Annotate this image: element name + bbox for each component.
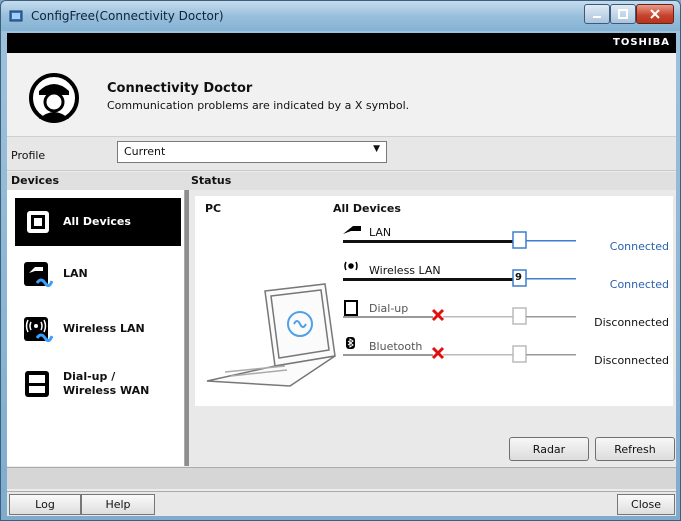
page-title: Connectivity Doctor: [107, 81, 253, 96]
device-item-all-devices[interactable]: All Devices: [15, 198, 181, 246]
modem-icon: [25, 371, 49, 397]
status-panel: PC All Devices LAN Connected Wireless LA…: [195, 196, 673, 406]
bluetooth-line-2: [443, 354, 513, 356]
dialup-line: [343, 316, 433, 318]
device-label: Wireless LAN: [63, 322, 145, 335]
dialup-link-line: [526, 316, 576, 318]
maximize-icon: [618, 9, 628, 19]
device-label: All Devices: [63, 215, 131, 228]
brand-bar: TOSHIBA: [7, 33, 676, 53]
modem-row-icon: [344, 300, 358, 316]
lan-port-icon: [512, 231, 527, 249]
chevron-down-icon: ▼: [373, 144, 380, 154]
bluetooth-port-icon: [512, 345, 527, 363]
status-area: PC All Devices LAN Connected Wireless LA…: [189, 190, 676, 466]
bluetooth-row-label: Bluetooth: [369, 340, 423, 353]
lan-icon: [24, 262, 53, 288]
wifi-row-label: Wireless LAN: [369, 264, 441, 277]
minimize-button[interactable]: [584, 4, 610, 24]
lan-link-line: [526, 240, 576, 242]
status-bar: [7, 467, 676, 489]
lan-row-icon: [343, 226, 361, 234]
dialup-error-x-icon: [431, 308, 445, 322]
bluetooth-line: [343, 354, 433, 356]
profile-label: Profile: [11, 149, 46, 162]
close-button[interactable]: Close: [617, 494, 675, 515]
status-header: Status: [191, 174, 232, 187]
radar-button[interactable]: Radar: [509, 437, 589, 461]
lan-line: [343, 240, 513, 243]
laptop-icon: [206, 283, 336, 387]
wifi-status: Connected: [609, 278, 669, 291]
device-label: Dial-up / Wireless WAN: [63, 370, 149, 398]
bottom-toolbar: Log Help Close: [7, 491, 676, 516]
device-label-line1: Dial-up /: [63, 370, 116, 383]
bluetooth-error-x-icon: [431, 346, 445, 360]
brand-logo: TOSHIBA: [613, 37, 670, 48]
page-subtitle: Communication problems are indicated by …: [107, 99, 410, 112]
window-title: ConfigFree(Connectivity Doctor): [31, 9, 224, 23]
doctor-icon: [29, 73, 79, 123]
close-icon: [650, 9, 660, 19]
wifi-row-icon: [344, 261, 358, 271]
help-button[interactable]: Help: [81, 494, 155, 515]
device-item-dialup-wwan[interactable]: Dial-up / Wireless WAN: [15, 358, 181, 410]
wifi-link-line: [526, 278, 576, 280]
title-bar[interactable]: ConfigFree(Connectivity Doctor): [1, 1, 680, 31]
column-header: Devices Status: [7, 172, 676, 190]
log-button[interactable]: Log: [9, 494, 81, 515]
maximize-button[interactable]: [610, 4, 636, 24]
profile-select[interactable]: Current ▼: [117, 141, 387, 163]
refresh-button[interactable]: Refresh: [595, 437, 675, 461]
dialup-line-2: [443, 316, 513, 318]
header: Connectivity Doctor Communication proble…: [7, 53, 676, 137]
profile-row: Profile Current ▼: [7, 137, 676, 171]
wifi-channel-badge: 9: [515, 272, 522, 283]
lan-row-label: LAN: [369, 226, 392, 239]
device-list: All Devices LAN Wireless LAN Dial-up / W…: [7, 190, 185, 466]
dialup-row-label: Dial-up: [369, 302, 409, 315]
close-window-button[interactable]: [636, 4, 674, 24]
app-icon: [9, 10, 23, 22]
device-label-line2: Wireless WAN: [63, 384, 150, 397]
client-area: Connectivity Doctor Communication proble…: [7, 53, 676, 516]
bluetooth-icon: [346, 337, 355, 349]
dialup-status: Disconnected: [594, 316, 669, 329]
device-item-lan[interactable]: LAN: [15, 250, 181, 298]
app-window: ConfigFree(Connectivity Doctor) TOSHIBA …: [0, 0, 681, 521]
bluetooth-status: Disconnected: [594, 354, 669, 367]
bluetooth-link-line: [526, 354, 576, 356]
device-item-wireless-lan[interactable]: Wireless LAN: [15, 305, 181, 353]
dialup-port-icon: [512, 307, 527, 325]
wireless-lan-icon: [24, 317, 53, 343]
wifi-line: [343, 278, 513, 281]
profile-value: Current: [124, 145, 166, 158]
connection-diagram: [206, 226, 576, 387]
device-label: LAN: [63, 267, 88, 280]
minimize-icon: [593, 16, 601, 18]
lan-status: Connected: [609, 240, 669, 253]
devices-header: Devices: [11, 174, 60, 187]
chip-icon: [27, 211, 49, 233]
